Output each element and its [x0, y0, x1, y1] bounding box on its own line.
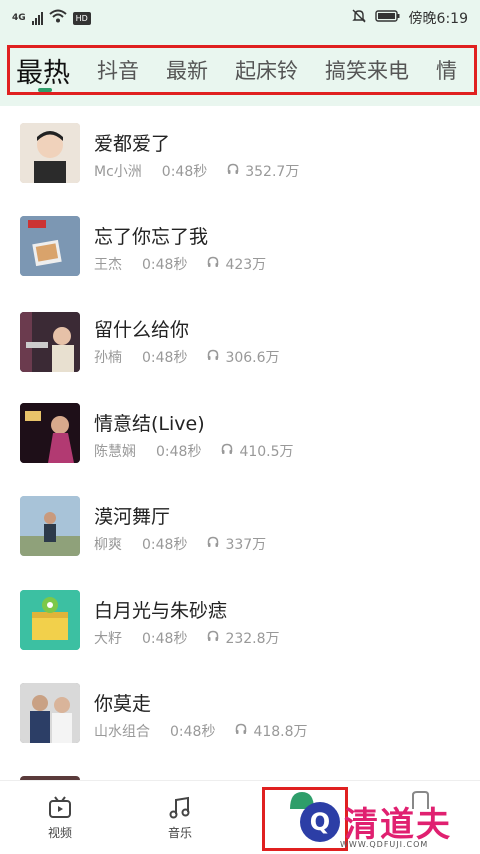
duration: 0:48秒	[142, 537, 188, 553]
song-row[interactable]: 漠河舞厅 柳爽 0:48秒 337万	[0, 479, 480, 572]
duration: 0:48秒	[142, 631, 188, 647]
artist-name: 大籽	[94, 631, 122, 647]
song-title: 忘了你忘了我	[94, 226, 209, 248]
album-cover	[20, 496, 80, 556]
status-time: 傍晚6:19	[408, 11, 468, 27]
tab-newest[interactable]: 最新	[166, 55, 208, 85]
song-meta: Mc小洲 0:48秒 352.7万	[94, 161, 299, 181]
play-count: 306.6万	[225, 350, 280, 366]
play-count: 352.7万	[245, 164, 300, 180]
headphones-icon	[207, 349, 219, 365]
artist-name: 王杰	[94, 257, 122, 273]
album-cover	[20, 403, 80, 463]
watermark-q-icon: Q	[300, 801, 340, 842]
play-count: 232.8万	[225, 631, 280, 647]
song-title: 漠河舞厅	[94, 506, 171, 528]
tab-funny-ringtone[interactable]: 搞笑来电	[325, 55, 409, 85]
song-row[interactable]	[0, 759, 480, 780]
nav-video-label: 视频	[47, 826, 72, 840]
tab-wakeup[interactable]: 起床铃	[235, 55, 298, 85]
status-bar: 4G HD 傍晚6:19	[0, 0, 480, 36]
album-cover	[20, 216, 80, 276]
song-meta: 陈慧娴 0:48秒 410.5万	[94, 441, 294, 461]
headphones-icon	[207, 630, 219, 646]
mute-icon	[351, 8, 367, 28]
carrier-badge: HD	[72, 11, 91, 25]
nav-video[interactable]: 视频	[20, 795, 100, 841]
duration: 0:48秒	[161, 164, 208, 180]
network-type: 4G	[12, 13, 26, 23]
duration: 0:48秒	[142, 350, 188, 366]
album-cover	[20, 683, 80, 743]
song-title: 白月光与朱砂痣	[94, 600, 228, 622]
play-count: 337万	[225, 537, 267, 553]
song-meta: 山水组合 0:48秒 418.8万	[94, 721, 308, 741]
headphones-icon	[207, 256, 219, 272]
duration: 0:48秒	[170, 724, 216, 740]
artist-name: 山水组合	[94, 724, 150, 740]
album-cover	[20, 590, 80, 650]
duration: 0:48秒	[156, 444, 202, 460]
artist-name: Mc小洲	[94, 164, 142, 180]
signal-icon	[31, 11, 43, 25]
play-count: 410.5万	[239, 444, 294, 460]
headphones-icon	[235, 723, 247, 739]
active-tab-indicator	[38, 88, 52, 92]
song-title: 留什么给你	[94, 319, 190, 341]
song-row[interactable]: 爱都爱了 Mc小洲 0:48秒 352.7万	[0, 106, 480, 199]
battery-icon	[374, 9, 401, 27]
song-meta: 王杰 0:48秒 423万	[94, 254, 266, 274]
song-title: 你莫走	[94, 693, 152, 715]
play-count: 423万	[225, 257, 267, 273]
watermark-url: WWW.QDFUJI.COM	[340, 840, 429, 849]
duration: 0:48秒	[142, 257, 188, 273]
song-meta: 柳爽 0:48秒 337万	[94, 534, 266, 554]
song-title: 情意结(Live)	[94, 413, 205, 435]
album-cover	[20, 123, 80, 183]
video-icon	[20, 795, 100, 824]
headphones-icon	[207, 536, 219, 552]
play-count: 418.8万	[253, 724, 308, 740]
song-row[interactable]: 情意结(Live) 陈慧娴 0:48秒 410.5万	[0, 386, 480, 479]
song-meta: 孙楠 0:48秒 306.6万	[94, 347, 280, 367]
nav-music[interactable]: 音乐	[140, 795, 220, 841]
artist-name: 柳爽	[94, 537, 122, 553]
category-tabs: 最热 抖音 最新 起床铃 搞笑来电 情	[7, 45, 477, 95]
song-title: 爱都爱了	[94, 133, 171, 155]
song-row[interactable]: 留什么给你 孙楠 0:48秒 306.6万	[0, 292, 480, 385]
wifi-icon	[48, 9, 67, 27]
song-row[interactable]: 你莫走 山水组合 0:48秒 418.8万	[0, 666, 480, 759]
artist-name: 孙楠	[94, 350, 122, 366]
watermark-logo: Q 清道夫	[300, 797, 452, 846]
tab-hottest[interactable]: 最热	[16, 51, 70, 90]
headphones-icon	[227, 163, 239, 179]
headphones-icon	[221, 443, 233, 459]
song-meta: 大籽 0:48秒 232.8万	[94, 628, 280, 648]
album-cover	[20, 312, 80, 372]
music-note-icon	[140, 795, 220, 824]
watermark-text: 清道夫	[344, 805, 452, 845]
song-row[interactable]: 忘了你忘了我 王杰 0:48秒 423万	[0, 199, 480, 292]
tab-douyin[interactable]: 抖音	[97, 55, 139, 85]
tab-love[interactable]: 情	[436, 55, 457, 85]
nav-music-label: 音乐	[167, 826, 192, 840]
artist-name: 陈慧娴	[94, 444, 136, 460]
song-row[interactable]: 白月光与朱砂痣 大籽 0:48秒 232.8万	[0, 573, 480, 666]
